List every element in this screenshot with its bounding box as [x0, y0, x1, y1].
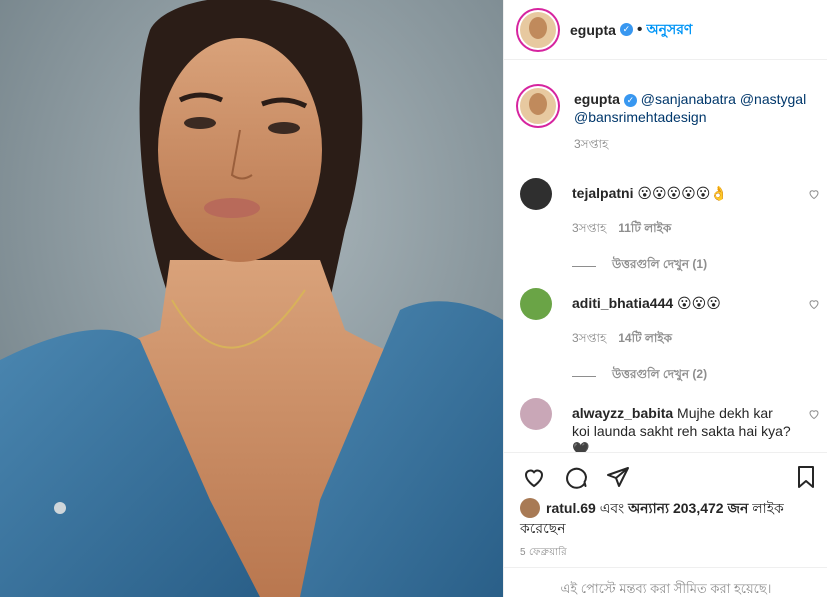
view-replies-button[interactable]: উত্তরগুলি দেখুন (2) [572, 366, 820, 386]
comment-likes[interactable]: 14টি লাইক [618, 331, 672, 345]
view-replies-label: উত্তরগুলি দেখুন (1) [612, 257, 708, 271]
comment-timestamp[interactable]: 3সপ্তাহ [572, 331, 606, 345]
mention-link[interactable]: @nastygal [740, 91, 806, 107]
replies-divider [572, 265, 596, 267]
likes-others-link[interactable]: অন্যান্য 203,472 জন [628, 500, 748, 516]
comments-section[interactable]: egupta ✓ @sanjanabatra @nastygal @bansrim… [504, 60, 827, 452]
post-side-panel: egupta ✓ • অনুসরণ egupta ✓ @sanjanabatra … [503, 0, 827, 597]
comment-item: aditi_bhatia444 😮😮😮 3সপ্তাহ 14টি লাইক উত্… [520, 288, 820, 386]
commenter-avatar[interactable] [520, 178, 552, 210]
comment-like-heart-icon[interactable] [808, 408, 820, 420]
post-photo[interactable] [0, 0, 503, 597]
commenter-avatar[interactable] [520, 288, 552, 320]
comment-meta: 3সপ্তাহ 11টি লাইক [572, 220, 820, 240]
share-button[interactable] [604, 463, 632, 491]
like-button[interactable] [520, 463, 548, 491]
caption-username[interactable]: egupta [574, 91, 620, 107]
commenter-username[interactable]: alwayzz_babita [572, 405, 673, 421]
liker-username[interactable]: ratul.69 [546, 500, 596, 516]
comment-like-heart-icon[interactable] [808, 188, 820, 200]
commenter-username[interactable]: aditi_bhatia444 [572, 295, 673, 311]
comment-likes[interactable]: 11টি লাইক [618, 221, 671, 235]
portrait-image [0, 0, 503, 597]
comment-like-heart-icon[interactable] [808, 298, 820, 310]
share-icon [607, 466, 629, 487]
caption-avatar[interactable] [518, 86, 558, 126]
post-actions [504, 452, 827, 500]
comment-text: 😮😮😮 [677, 295, 721, 311]
likes-connector: এবং [595, 500, 629, 516]
comment-meta: 3সপ্তাহ 14টি লাইক [572, 330, 820, 350]
bookmark-icon [798, 466, 814, 488]
commenter-username[interactable]: tejalpatni [572, 185, 633, 201]
mention-link[interactable]: @bansrimehtadesign [574, 109, 707, 125]
comment-icon [566, 467, 587, 489]
liker-avatar[interactable] [520, 498, 540, 518]
header-separator: • [636, 20, 643, 38]
caption-timestamp[interactable]: 3সপ্তাহ [574, 136, 818, 156]
comment-item: alwayzz_babita Mujhe dekh kar koi launda… [520, 398, 820, 452]
post-caption: egupta ✓ @sanjanabatra @nastygal @bansrim… [518, 86, 818, 156]
heart-icon [524, 469, 544, 487]
comments-restricted-notice: এই পোস্টে মন্তব্য করা সীমিত করা হয়েছে। [504, 567, 827, 597]
likes-summary: ratul.69 এবং অন্যান্য 203,472 জন লাইক কর… [520, 498, 820, 538]
post-header: egupta ✓ • অনুসরণ [504, 0, 827, 60]
save-button[interactable] [792, 463, 820, 491]
mention-link[interactable]: @sanjanabatra [641, 91, 736, 107]
follow-button[interactable]: অনুসরণ [647, 18, 693, 42]
replies-divider [572, 375, 596, 377]
comment-text: 😮😮😮😮😮👌 [637, 185, 728, 201]
verified-badge-icon: ✓ [619, 23, 633, 36]
commenter-avatar[interactable] [520, 398, 552, 430]
view-replies-label: উত্তরগুলি দেখুন (2) [612, 367, 708, 381]
comment-timestamp[interactable]: 3সপ্তাহ [572, 221, 606, 235]
view-replies-button[interactable]: উত্তরগুলি দেখুন (1) [572, 256, 820, 276]
author-username[interactable]: egupta [570, 22, 616, 38]
comment-button[interactable] [562, 463, 590, 491]
verified-badge-icon: ✓ [623, 94, 637, 107]
comment-item: tejalpatni 😮😮😮😮😮👌 3সপ্তাহ 11টি লাইক উত্তর… [520, 178, 820, 276]
author-avatar[interactable] [518, 9, 558, 50]
post-date[interactable]: 5 ফেব্রুয়ারি [520, 545, 567, 562]
